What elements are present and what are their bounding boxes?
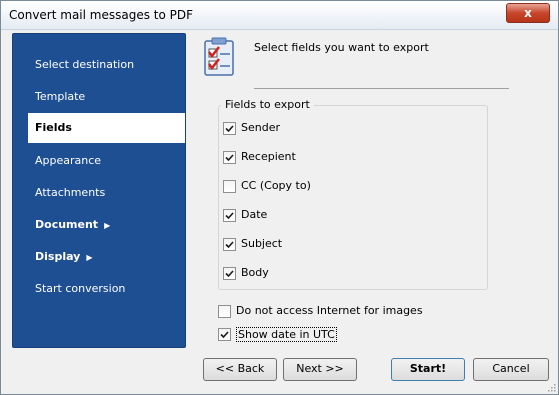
sidebar-item-select-destination[interactable]: Select destination (13, 50, 185, 80)
checkbox-box[interactable] (223, 238, 236, 251)
sidebar-item-label: Fields (35, 121, 72, 134)
sidebar-item-label: Start conversion (35, 282, 126, 295)
sidebar-item-label-wrap: Document ▶ (35, 218, 110, 231)
wizard-sidebar: Select destination Template Fields Appea… (12, 33, 186, 348)
sidebar-item-label: Document (35, 218, 99, 231)
main-window: Convert mail messages to PDF x Select de… (0, 0, 559, 395)
checkbox-box[interactable] (223, 122, 236, 135)
checkbox-box[interactable] (218, 305, 231, 318)
close-button[interactable]: x (506, 3, 550, 23)
checkmark-icon (225, 270, 234, 278)
back-button[interactable]: << Back (203, 358, 277, 381)
window-title: Convert mail messages to PDF (9, 8, 194, 22)
checkbox-box[interactable] (223, 267, 236, 280)
cancel-button[interactable]: Cancel (473, 358, 549, 381)
groupbox-title: Fields to export (221, 98, 314, 111)
sidebar-item-appearance[interactable]: Appearance (13, 146, 185, 176)
checkmark-icon (225, 212, 234, 220)
close-icon: x (524, 6, 532, 20)
checkbox-label: Subject (241, 237, 283, 250)
checkbox-box[interactable] (223, 180, 236, 193)
checkbox-label: CC (Copy to) (241, 179, 311, 192)
checkbox-box[interactable] (218, 328, 231, 341)
next-button[interactable]: Next >> (283, 358, 357, 381)
chevron-right-icon: ▶ (104, 221, 111, 230)
page-heading: Select fields you want to export (254, 41, 429, 54)
checkbox-box[interactable] (223, 151, 236, 164)
sidebar-item-attachments[interactable]: Attachments (13, 178, 185, 208)
checkbox-label: Body (241, 266, 269, 279)
checklist-icon (203, 37, 237, 77)
checkmark-icon (225, 154, 234, 162)
checkmark-icon (220, 331, 229, 339)
sidebar-item-label: Select destination (35, 58, 135, 71)
sidebar-item-label: Appearance (35, 154, 102, 167)
checkbox-box[interactable] (223, 209, 236, 222)
sidebar-item-label: Display (35, 250, 81, 263)
sidebar-item-template[interactable]: Template (13, 82, 185, 112)
checkmark-icon (225, 241, 234, 249)
chevron-right-icon: ▶ (86, 253, 93, 262)
resize-grip-icon[interactable] (546, 382, 556, 392)
checkbox-label: Sender (241, 121, 280, 134)
checkbox-label: Show date in UTC (236, 327, 337, 342)
sidebar-item-label: Attachments (35, 186, 106, 199)
sidebar-item-fields[interactable]: Fields (28, 113, 185, 143)
start-button[interactable]: Start! (391, 358, 465, 381)
sidebar-item-start-conversion[interactable]: Start conversion (13, 274, 185, 304)
sidebar-item-display[interactable]: Display ▶ (13, 242, 185, 272)
sidebar-item-label-wrap: Display ▶ (35, 250, 93, 263)
sidebar-item-document[interactable]: Document ▶ (13, 210, 185, 240)
sidebar-item-label: Template (35, 90, 86, 103)
title-bar[interactable]: Convert mail messages to PDF x (1, 1, 558, 30)
checkbox-label: Do not access Internet for images (236, 304, 423, 317)
checkmark-icon (225, 125, 234, 133)
header-divider (254, 88, 509, 89)
checkbox-label: Recepient (241, 150, 296, 163)
checkbox-label: Date (241, 208, 268, 221)
